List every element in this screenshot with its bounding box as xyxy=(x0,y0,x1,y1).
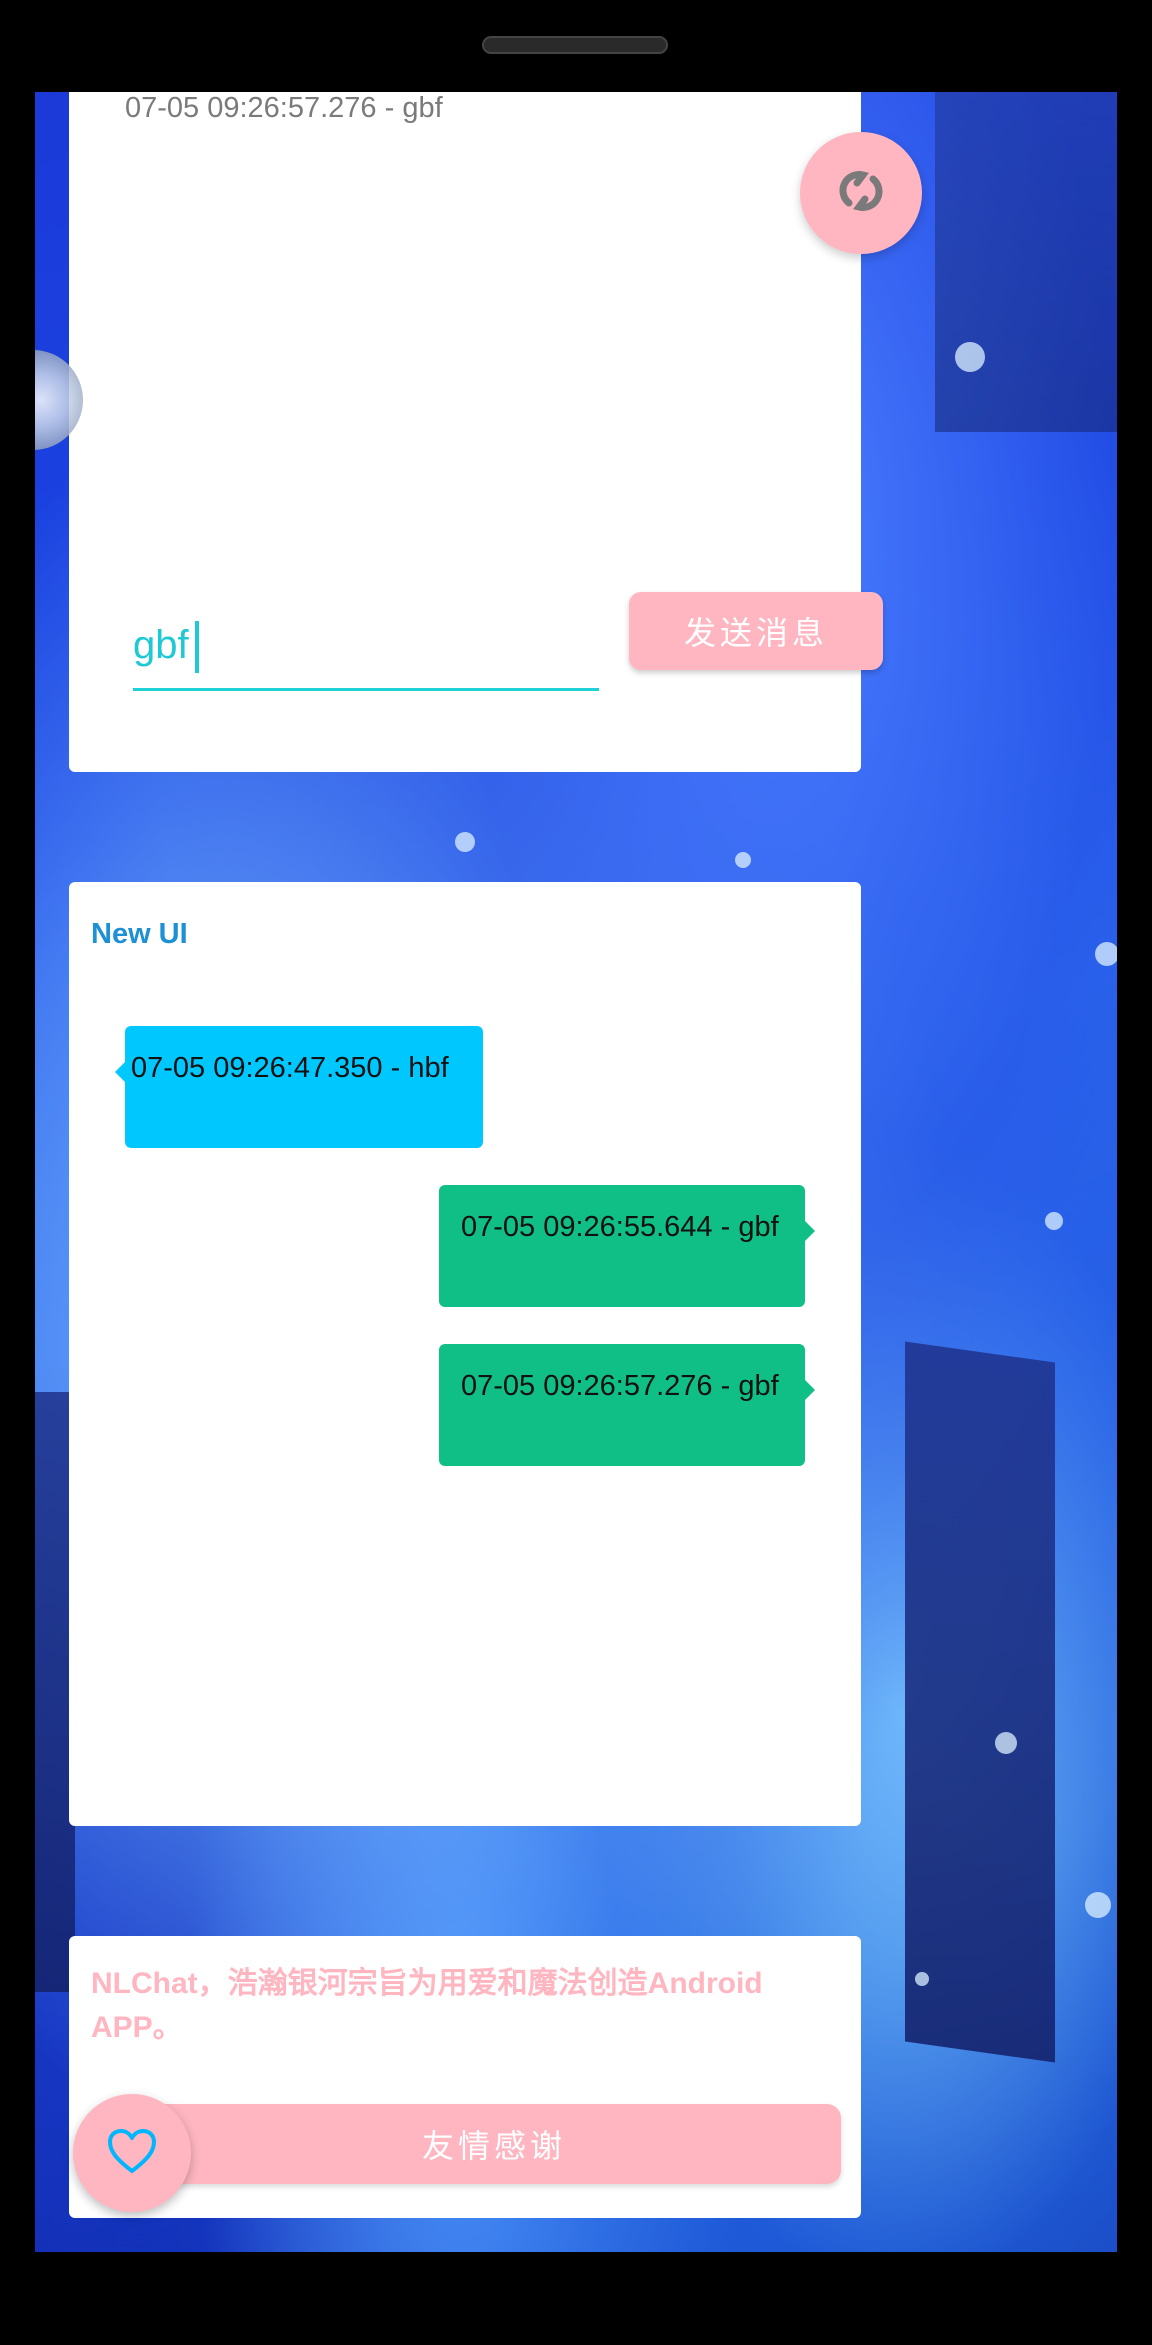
chat-panel-title: New UI xyxy=(91,918,188,950)
phone-frame: 07-05 09:26:57.276 - gbf gbf 发送消息 New UI… xyxy=(0,0,1152,2345)
background-bubble xyxy=(1095,942,1117,966)
message-input-value: gbf xyxy=(133,623,189,667)
background-bubble xyxy=(1085,1892,1111,1918)
chat-panel: New UI 07-05 09:26:47.350 - hbf 07-05 09… xyxy=(69,882,861,1826)
chat-bubble-text: 07-05 09:26:47.350 - hbf xyxy=(131,1052,449,1084)
chat-bubble-text: 07-05 09:26:57.276 - gbf xyxy=(461,1370,779,1402)
background-building xyxy=(935,92,1117,432)
chat-bubble-received[interactable]: 07-05 09:26:47.350 - hbf xyxy=(115,1026,483,1148)
message-input-panel: 07-05 09:26:57.276 - gbf gbf 发送消息 xyxy=(69,92,883,772)
app-screen: 07-05 09:26:57.276 - gbf gbf 发送消息 New UI… xyxy=(35,92,1117,2252)
speaker-grille xyxy=(482,36,668,54)
chat-bubble-text: 07-05 09:26:55.644 - gbf xyxy=(461,1211,779,1243)
about-panel: NLChat，浩瀚银河宗旨为用爱和魔法创造Android APP。 友情感谢 xyxy=(69,1936,861,2218)
background-bubble xyxy=(915,1972,929,1986)
about-text: NLChat，浩瀚银河宗旨为用爱和魔法创造Android APP。 xyxy=(91,1967,763,2044)
last-log-text: 07-05 09:26:57.276 - gbf xyxy=(125,92,443,124)
chat-bubble-sent[interactable]: 07-05 09:26:57.276 - gbf xyxy=(439,1344,815,1466)
text-caret xyxy=(194,621,199,674)
background-bubble xyxy=(1045,1212,1063,1230)
heart-button[interactable] xyxy=(73,2094,191,2212)
message-input[interactable]: gbf xyxy=(133,602,599,691)
background-bubble xyxy=(955,342,985,372)
background-bubble xyxy=(995,1732,1017,1754)
heart-icon xyxy=(106,2127,158,2180)
send-message-button[interactable]: 发送消息 xyxy=(629,592,883,670)
background-bubble xyxy=(735,852,751,868)
background-bubble xyxy=(455,832,475,852)
sync-button[interactable] xyxy=(800,132,922,254)
background-building xyxy=(905,1341,1055,2063)
thanks-button[interactable]: 友情感谢 xyxy=(147,2104,841,2184)
sync-icon xyxy=(833,163,889,224)
chat-bubble-sent[interactable]: 07-05 09:26:55.644 - gbf xyxy=(439,1185,815,1307)
